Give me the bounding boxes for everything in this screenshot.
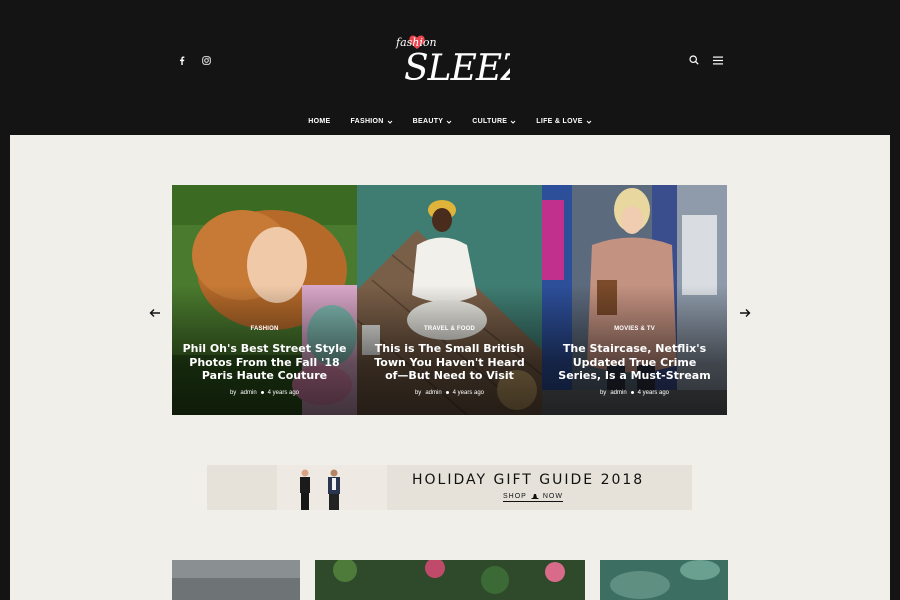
facebook-icon[interactable]: [176, 54, 188, 66]
arrow-right-icon[interactable]: [739, 307, 751, 319]
thumbnail-image: [315, 560, 585, 600]
byline-author[interactable]: admin: [425, 390, 441, 396]
post-thumbnail[interactable]: [315, 560, 585, 600]
slide-card[interactable]: TRAVEL & FOOD This is The Small British …: [357, 185, 542, 415]
slide-category[interactable]: MOVIES & TV: [552, 326, 717, 332]
post-thumbnail[interactable]: [172, 560, 300, 600]
slide-meta: FASHION Phil Oh's Best Street Style Phot…: [172, 326, 357, 396]
menu-icon[interactable]: [712, 54, 724, 66]
social-links: [176, 54, 212, 66]
post-thumbnail[interactable]: [600, 560, 728, 600]
holiday-gift-banner[interactable]: HOLIDAY GIFT GUIDE 2018 SHOP NOW: [207, 465, 692, 510]
header-tools: [688, 54, 724, 66]
slide-title[interactable]: This is The Small British Town You Haven…: [367, 342, 532, 383]
thumbnail-image: [172, 560, 300, 600]
slide-byline: by admin 4 years ago: [552, 390, 717, 396]
nav-item-beauty[interactable]: BEAUTY: [403, 118, 463, 125]
slide-meta: MOVIES & TV The Staircase, Netflix's Upd…: [542, 326, 727, 396]
nav-item-label: FASHION: [350, 118, 384, 125]
separator-dot: [260, 391, 264, 394]
featured-slider: FASHION Phil Oh's Best Street Style Phot…: [172, 185, 727, 415]
logo-main-word: SLEEZY: [404, 48, 510, 89]
thumbnail-image: [600, 560, 728, 600]
nav-item-label: LIFE & LOVE: [536, 118, 583, 125]
main-nav: HOME FASHION BEAUTY CULTURE LIFE & LOVE: [0, 118, 900, 125]
nav-item-home[interactable]: HOME: [298, 118, 340, 125]
byline-author[interactable]: admin: [610, 390, 626, 396]
separator-dot: [630, 391, 634, 394]
chevron-down-icon: [510, 120, 516, 124]
byline-by: by: [599, 389, 607, 396]
nav-item-life-love[interactable]: LIFE & LOVE: [526, 118, 601, 125]
nav-item-culture[interactable]: CULTURE: [462, 118, 526, 125]
byline-author[interactable]: admin: [240, 390, 256, 396]
nav-item-label: CULTURE: [472, 118, 508, 125]
arrow-left-icon[interactable]: [149, 307, 161, 319]
byline-date: 4 years ago: [267, 389, 300, 396]
slide-meta: TRAVEL & FOOD This is The Small British …: [357, 326, 542, 396]
slide-title[interactable]: The Staircase, Netflix's Updated True Cr…: [552, 342, 717, 383]
banner-models-image: [277, 465, 387, 510]
banner-title: HOLIDAY GIFT GUIDE 2018: [412, 472, 645, 488]
slide-card[interactable]: FASHION Phil Oh's Best Street Style Phot…: [172, 185, 357, 415]
byline-date: 4 years ago: [452, 389, 485, 396]
site-header: fashion SLEEZY HOME FASHION BEAUTY CULTU…: [0, 0, 900, 135]
nav-item-label: HOME: [308, 118, 331, 125]
banner-shop-now[interactable]: SHOP NOW: [503, 493, 563, 502]
instagram-icon[interactable]: [200, 54, 212, 66]
nav-item-label: BEAUTY: [412, 118, 444, 125]
separator-dot: [445, 391, 449, 394]
byline-by: by: [229, 389, 237, 396]
slide-byline: by admin 4 years ago: [367, 390, 532, 396]
banner-cta-left: SHOP: [503, 493, 527, 500]
chevron-down-icon: [446, 120, 452, 124]
site-logo[interactable]: fashion SLEEZY: [392, 30, 553, 90]
banner-cta-right: NOW: [542, 493, 563, 500]
byline-date: 4 years ago: [637, 389, 670, 396]
main-content: FASHION Phil Oh's Best Street Style Phot…: [10, 135, 890, 600]
slide-title[interactable]: Phil Oh's Best Street Style Photos From …: [182, 342, 347, 383]
slide-category[interactable]: FASHION: [182, 326, 347, 332]
slide-byline: by admin 4 years ago: [182, 390, 347, 396]
slide-card[interactable]: MOVIES & TV The Staircase, Netflix's Upd…: [542, 185, 727, 415]
nav-item-fashion[interactable]: FASHION: [340, 118, 402, 125]
search-icon[interactable]: [688, 54, 700, 66]
slide-category[interactable]: TRAVEL & FOOD: [367, 326, 532, 332]
chevron-down-icon: [387, 120, 393, 124]
hat-icon: [531, 494, 539, 499]
chevron-down-icon: [586, 120, 592, 124]
byline-by: by: [414, 389, 422, 396]
